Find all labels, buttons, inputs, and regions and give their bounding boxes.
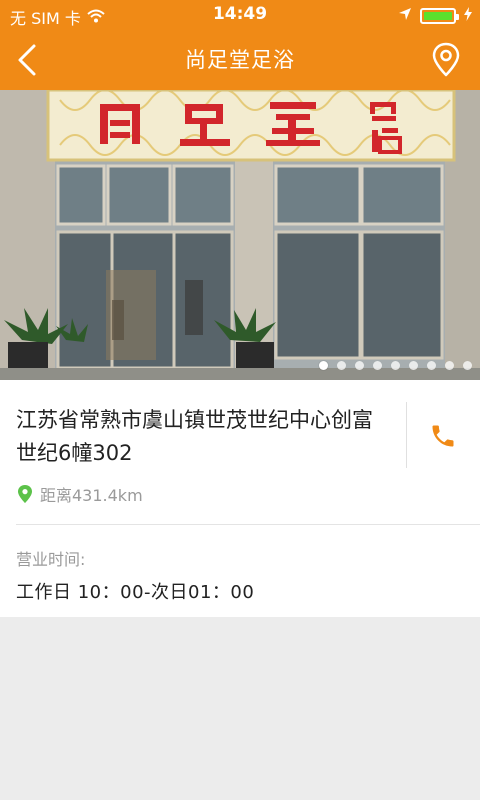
map-location-button[interactable] bbox=[426, 40, 466, 80]
horizontal-divider bbox=[16, 524, 480, 525]
battery-icon bbox=[420, 7, 459, 24]
storefront-photo bbox=[0, 90, 480, 380]
carousel-dot[interactable] bbox=[373, 361, 382, 370]
distance-row: 距离431.4km bbox=[16, 482, 143, 506]
store-photo-carousel[interactable] bbox=[0, 90, 480, 380]
business-hours-value: 工作日 10：00-次日01：00 bbox=[16, 582, 255, 603]
store-info-card: 江苏省常熟市虞山镇世茂世纪中心创富世纪6幢302 距离431.4km 营业时间:… bbox=[0, 380, 480, 617]
chevron-left-icon bbox=[18, 44, 36, 76]
navigation-bar: 尚足堂足浴 bbox=[0, 30, 480, 90]
vertical-divider bbox=[406, 402, 407, 468]
location-pin-icon bbox=[18, 485, 32, 503]
carousel-dot[interactable] bbox=[319, 361, 328, 370]
carousel-dot[interactable] bbox=[409, 361, 418, 370]
carousel-page-indicator[interactable] bbox=[319, 361, 472, 370]
carousel-dot[interactable] bbox=[445, 361, 454, 370]
map-pin-icon bbox=[432, 42, 460, 77]
call-button[interactable] bbox=[420, 418, 466, 454]
back-button[interactable] bbox=[10, 40, 50, 80]
phone-icon bbox=[432, 425, 454, 447]
battery-level bbox=[424, 11, 452, 20]
charging-bolt-icon bbox=[464, 6, 472, 25]
status-right bbox=[398, 6, 472, 25]
carousel-dot[interactable] bbox=[463, 361, 472, 370]
store-address: 江苏省常熟市虞山镇世茂世纪中心创富世纪6幢302 bbox=[16, 408, 373, 465]
carousel-dot[interactable] bbox=[337, 361, 346, 370]
carousel-dot[interactable] bbox=[355, 361, 364, 370]
carousel-dot[interactable] bbox=[427, 361, 436, 370]
carousel-dot[interactable] bbox=[391, 361, 400, 370]
page-title: 尚足堂足浴 bbox=[185, 48, 295, 72]
status-bar: 无 SIM 卡 14:49 bbox=[0, 0, 480, 30]
business-hours-label: 营业时间: bbox=[16, 550, 86, 569]
location-arrow-icon bbox=[398, 6, 412, 25]
distance-label: 距离431.4km bbox=[40, 486, 143, 505]
